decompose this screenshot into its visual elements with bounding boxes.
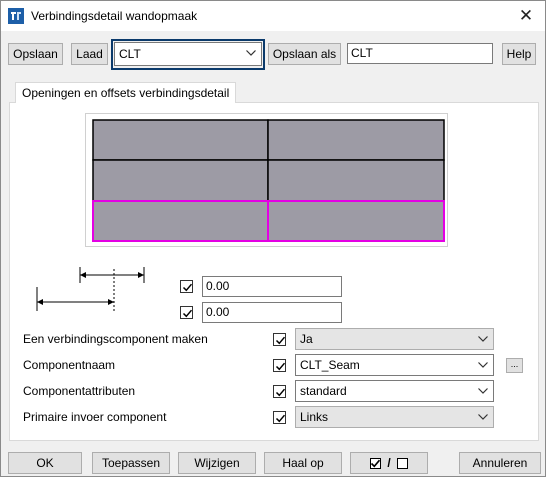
load-button[interactable]: Laad: [71, 43, 108, 65]
component-name-label: Componentnaam: [23, 358, 116, 372]
panel-bottom-right: [267, 200, 445, 242]
unchecked-box-icon: [397, 458, 409, 469]
create-component-checkbox[interactable]: [273, 333, 286, 346]
offset-top-checkbox[interactable]: [180, 280, 193, 293]
tekla-app-icon: [8, 8, 24, 24]
primary-input-select[interactable]: Links: [295, 406, 494, 428]
toggle-all-checkboxes-button[interactable]: /: [350, 452, 428, 474]
primary-input-value: Links: [300, 410, 329, 424]
browse-component-button[interactable]: ...: [506, 358, 523, 373]
title-bar: Verbindingsdetail wandopmaak ✕: [1, 1, 545, 31]
checkmark-icon: [275, 388, 286, 397]
component-name-select[interactable]: CLT_Seam: [295, 354, 494, 376]
joint-preview: [85, 113, 448, 247]
panel-middle-left: [92, 159, 269, 202]
offset-bottom-input[interactable]: 0.00: [202, 302, 342, 323]
chevron-down-icon: [478, 336, 488, 342]
window-title: Verbindingsdetail wandopmaak: [31, 9, 198, 23]
panel-layout-diagram: [92, 119, 445, 242]
close-icon[interactable]: ✕: [515, 5, 537, 27]
component-attributes-checkbox[interactable]: [273, 385, 286, 398]
toggle-separator: /: [387, 456, 391, 470]
panel-bottom-left: [92, 200, 269, 242]
preset-select-value: CLT: [119, 47, 141, 61]
offset-dimension-icon: [36, 267, 145, 313]
panel-top-left: [92, 119, 269, 161]
preset-select[interactable]: CLT: [114, 42, 262, 66]
chevron-down-icon: [246, 50, 256, 56]
chevron-down-icon: [478, 414, 488, 420]
ok-button[interactable]: OK: [8, 452, 82, 474]
save-button[interactable]: Opslaan: [8, 43, 63, 65]
primary-input-label: Primaire invoer component: [23, 410, 167, 424]
cancel-button[interactable]: Annuleren: [459, 452, 541, 474]
chevron-down-icon: [478, 362, 488, 368]
create-component-value: Ja: [300, 332, 313, 346]
checkmark-icon: [182, 309, 193, 318]
panel-top-right: [267, 119, 445, 161]
offset-top-input[interactable]: 0.00: [202, 276, 342, 297]
checked-box-icon: [369, 458, 381, 469]
component-attributes-select[interactable]: standard: [295, 380, 494, 402]
checkmark-icon: [275, 414, 286, 423]
component-name-checkbox[interactable]: [273, 359, 286, 372]
apply-button[interactable]: Toepassen: [92, 452, 170, 474]
component-attributes-value: standard: [300, 384, 347, 398]
offset-bottom-checkbox[interactable]: [180, 306, 193, 319]
checkmark-icon: [275, 362, 286, 371]
component-name-value: CLT_Seam: [300, 358, 360, 372]
modify-button[interactable]: Wijzigen: [178, 452, 256, 474]
checkmark-icon: [182, 283, 193, 292]
checkmark-icon: [275, 336, 286, 345]
create-component-label: Een verbindingscomponent maken: [23, 332, 208, 346]
get-button[interactable]: Haal op: [264, 452, 342, 474]
primary-input-checkbox[interactable]: [273, 411, 286, 424]
help-button[interactable]: Help: [502, 43, 536, 65]
panel-middle-right: [267, 159, 445, 202]
chevron-down-icon: [478, 388, 488, 394]
component-attributes-label: Componentattributen: [23, 384, 136, 398]
create-component-select[interactable]: Ja: [295, 328, 494, 350]
tab-openings-offsets[interactable]: Openingen en offsets verbindingsdetail: [15, 82, 237, 103]
save-as-button[interactable]: Opslaan als: [268, 43, 341, 65]
dialog-window: Verbindingsdetail wandopmaak ✕ Opslaan L…: [0, 0, 546, 477]
save-as-name-input[interactable]: CLT: [347, 43, 493, 64]
